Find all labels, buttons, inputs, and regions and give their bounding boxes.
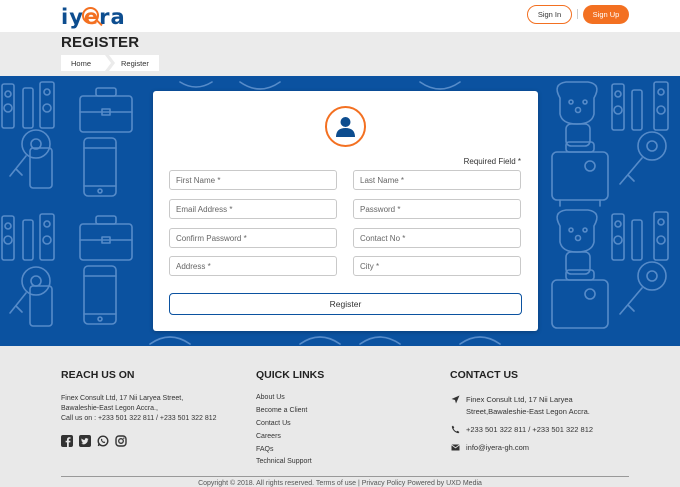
footer-link-become-client[interactable]: Become a Client xyxy=(256,407,307,414)
contact-email: info@iyera-gh.com xyxy=(450,442,529,454)
footer-link-faqs[interactable]: FAQs xyxy=(256,446,274,453)
register-button[interactable]: Register xyxy=(169,293,522,315)
address-field[interactable] xyxy=(169,256,337,276)
quick-links-heading: QUICK LINKS xyxy=(256,369,325,381)
register-form-card: Required Field * Register xyxy=(153,91,538,331)
email-field[interactable] xyxy=(169,199,337,219)
title-band: REGISTER Home Register xyxy=(0,32,680,76)
sign-up-button[interactable]: Sign Up xyxy=(583,5,629,24)
copyright-text: Copyright © 2018. All rights reserved. T… xyxy=(198,480,482,487)
phone-icon xyxy=(450,424,460,434)
reach-phone-line: Call us on : +233 501 322 811 / +233 501… xyxy=(61,415,217,422)
footer-link-careers[interactable]: Careers xyxy=(256,433,281,440)
instagram-icon[interactable] xyxy=(115,435,127,447)
site-footer: REACH US ON Finex Consult Ltd, 17 Nii La… xyxy=(0,346,680,487)
sign-in-button[interactable]: Sign In xyxy=(527,5,572,24)
contact-address-line1: Finex Consult Ltd, 17 Nii Laryea xyxy=(466,395,573,404)
reach-address-line2: Bawaleshie-East Legon Accra., xyxy=(61,405,158,412)
whatsapp-icon[interactable] xyxy=(97,435,109,447)
location-arrow-icon xyxy=(450,394,460,404)
footer-divider xyxy=(61,476,629,477)
breadcrumb-home[interactable]: Home xyxy=(61,55,111,71)
first-name-field[interactable] xyxy=(169,170,337,190)
header-divider xyxy=(577,9,578,19)
contact-us-heading: CONTACT US xyxy=(450,369,519,381)
page-title: REGISTER xyxy=(61,34,140,51)
twitter-icon[interactable] xyxy=(79,435,91,447)
envelope-icon xyxy=(450,442,460,452)
city-field[interactable] xyxy=(353,256,521,276)
contact-address: Finex Consult Ltd, 17 Nii Laryea Street,… xyxy=(450,394,590,418)
password-field[interactable] xyxy=(353,199,521,219)
breadcrumb: Home Register xyxy=(61,55,159,71)
contact-address-line2: Street,Bawaleshie-East Legon Accra. xyxy=(466,407,590,416)
reach-address-line1: Finex Consult Ltd, 17 Nii Laryea Street, xyxy=(61,395,184,402)
user-icon xyxy=(333,114,358,139)
user-avatar xyxy=(325,106,366,147)
social-links xyxy=(61,435,127,447)
contact-phone-text: +233 501 322 811 / +233 501 322 812 xyxy=(466,425,594,434)
iyera-logo[interactable]: iyera xyxy=(61,4,126,30)
reach-us-heading: REACH US ON xyxy=(61,369,135,381)
last-name-field[interactable] xyxy=(353,170,521,190)
breadcrumb-register: Register xyxy=(109,55,159,71)
magnifier-icon xyxy=(82,7,99,24)
site-header: iyera Sign In Sign Up xyxy=(0,0,680,32)
contact-no-field[interactable] xyxy=(353,228,521,248)
footer-link-about-us[interactable]: About Us xyxy=(256,394,285,401)
footer-link-contact-us[interactable]: Contact Us xyxy=(256,420,291,427)
facebook-icon[interactable] xyxy=(61,435,73,447)
required-field-note: Required Field * xyxy=(463,157,521,166)
footer-link-technical-support[interactable]: Technical Support xyxy=(256,458,312,465)
contact-phone: +233 501 322 811 / +233 501 322 812 xyxy=(450,424,593,436)
confirm-password-field[interactable] xyxy=(169,228,337,248)
contact-email-text[interactable]: info@iyera-gh.com xyxy=(466,442,529,454)
